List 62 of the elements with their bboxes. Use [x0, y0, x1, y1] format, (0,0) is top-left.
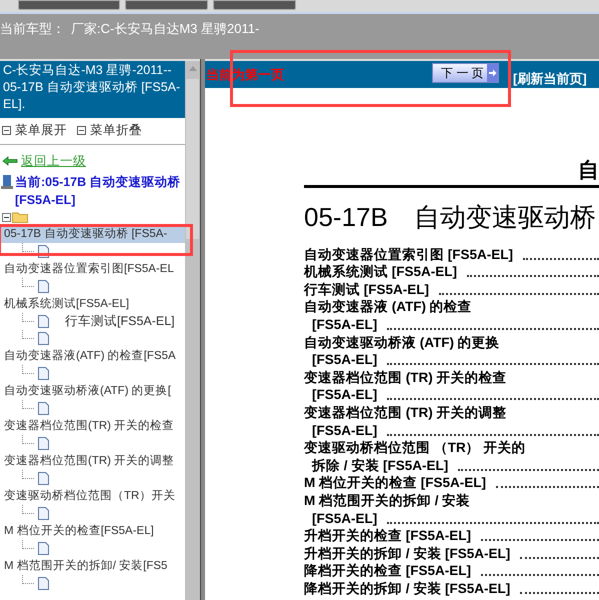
- toc-entry: 自动变速器位置索引图 [FS5A-EL]: [304, 246, 513, 263]
- refresh-link[interactable]: [刷新当前页]: [513, 68, 587, 88]
- toc-entry: 行车测试 [FS5A-EL]: [304, 280, 429, 298]
- tree-item[interactable]: 自动变速驱动桥液(ATF) 的更换[: [0, 382, 185, 400]
- page-icon: [38, 402, 49, 416]
- collapse-icon: [2, 126, 11, 134]
- page-icon: [38, 437, 49, 450]
- vehicle-label: 当前车型：: [0, 20, 65, 38]
- toc-entry: 变速器档位范围 (TR) 开关的检查: [304, 368, 506, 386]
- toc-entry: 降档开关的拆卸 / 安装 [FS5A-EL]: [304, 580, 510, 597]
- toc-entry: 升档开关的拆卸 / 安装 [FS5A-EL]: [304, 544, 510, 562]
- toolbar-button[interactable]: [213, 0, 296, 10]
- tree-toggle-icon[interactable]: [2, 212, 11, 222]
- computer-icon: [1, 174, 13, 189]
- vehicle-name: 厂家:C-长安马自达M3 星骋2011-: [71, 20, 260, 38]
- tree-item[interactable]: 自动变速器液(ATF) 的检查[FS5A: [0, 348, 185, 365]
- toc-entry: 机械系统测试 [FS5A-EL]: [304, 263, 457, 280]
- arrow-right-icon: [487, 64, 498, 82]
- tree-item[interactable]: M 档位开关的检查[FS5A-EL]: [0, 522, 185, 540]
- page-icon: [38, 367, 49, 380]
- tree-item[interactable]: 变速器档位范围(TR) 开关的调整: [0, 452, 185, 470]
- scrollbar[interactable]: [185, 61, 200, 600]
- expand-menu-link[interactable]: 菜单展开: [15, 120, 67, 140]
- toc-entry: [FS5A-EL]: [311, 316, 378, 333]
- collapse-icon: [77, 126, 86, 134]
- document-heading: 05-17B 自动变速驱动桥: [304, 202, 597, 232]
- page-icon: [38, 280, 49, 294]
- toolbar-button[interactable]: [125, 0, 208, 10]
- model-title: C-长安马自达-M3 星骋-2011-- 05-17B 自动变速驱动桥 [FS5A-EL].: [0, 61, 185, 118]
- next-page-button[interactable]: 下 一 页: [432, 62, 499, 82]
- toc-entry: 升档开关的检查 [FS5A-EL]: [304, 527, 471, 544]
- toc-entry: 变速器档位范围 (TR) 开关的调整: [304, 404, 506, 421]
- toc-entry: [FS5A-EL]: [311, 351, 378, 368]
- folder-icon: [12, 211, 28, 224]
- toc-entry: M 档范围开关的拆卸 / 安装: [304, 492, 470, 509]
- tree-item[interactable]: 变速驱动桥档位范围（TR）开关: [0, 488, 185, 505]
- toc-entry: [FS5A-EL]: [311, 510, 378, 526]
- page-icon: [38, 542, 49, 556]
- collapse-menu-link[interactable]: 菜单折叠: [90, 120, 142, 140]
- toc-entry: [FS5A-EL]: [311, 386, 378, 404]
- tree-item[interactable]: 机械系统测试[FS5A-EL]: [0, 296, 185, 313]
- page-icon: [38, 577, 49, 590]
- tree-item[interactable]: M 档范围开关的拆卸/ 安装[FS5: [0, 558, 185, 575]
- page-icon: [38, 507, 49, 520]
- back-arrow-icon: [2, 156, 18, 166]
- toc-entry: 自动变速器液 (ATF) 的检查: [304, 298, 472, 316]
- current-location: 当前:05-17B 自动变速驱动桥 [FS5A-EL]: [15, 174, 182, 209]
- toc-entry: [FS5A-EL]: [311, 422, 378, 439]
- tree-item[interactable]: 变速器档位范围(TR) 开关的检查: [0, 418, 185, 435]
- toc-entry: 降档开关的检查 [FS5A-EL]: [304, 562, 471, 580]
- page-icon: [38, 472, 49, 486]
- page-icon: [38, 332, 49, 346]
- toolbar-button[interactable]: [18, 0, 120, 10]
- toc-entry: M 档位开关的检查 [FS5A-EL]: [304, 474, 486, 492]
- running-head: 自: [578, 159, 599, 183]
- toc-entry: 拆除 / 安装 [FS5A-EL]: [310, 456, 448, 474]
- page-icon: [38, 314, 49, 328]
- tree-item[interactable]: 自动变速器位置索引图[FS5A-EL: [0, 260, 185, 278]
- toc-entry: 变速驱动桥档位范围 （TR） 开关的: [304, 439, 526, 456]
- tree-item[interactable]: 行车测试[FS5A-EL]: [65, 312, 175, 331]
- toc-entry: 自动变速驱动桥液 (ATF) 的更换: [304, 334, 500, 351]
- back-link[interactable]: 返回上一级: [21, 152, 86, 171]
